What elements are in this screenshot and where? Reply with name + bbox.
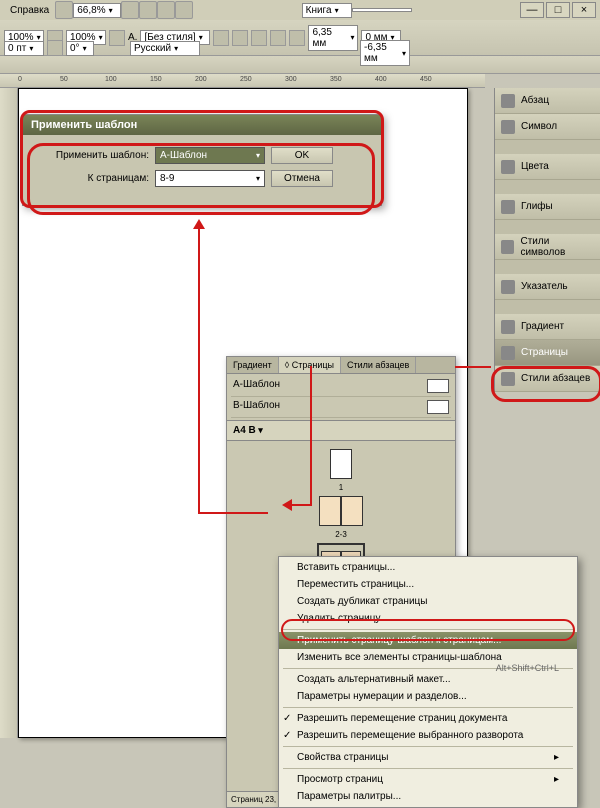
master-a[interactable]: А-Шаблон — [231, 376, 451, 397]
panel-pointer[interactable]: Указатель — [495, 274, 600, 300]
panel-symbol[interactable]: Символ — [495, 114, 600, 140]
glyphs-icon — [501, 200, 515, 214]
align-icon[interactable] — [232, 30, 248, 46]
panel-pages[interactable]: Страницы — [495, 340, 600, 366]
tool-icon[interactable] — [121, 1, 139, 19]
pages-icon — [501, 346, 515, 360]
measure-b[interactable]: -6,35 мм — [360, 40, 410, 66]
align-icon[interactable] — [251, 30, 267, 46]
maximize-button[interactable]: □ — [546, 2, 570, 18]
horizontal-ruler: 0 50 100 150 200 250 300 350 400 450 — [0, 74, 485, 88]
dialog-title: Применить шаблон — [23, 115, 381, 135]
cm-palette-opts[interactable]: Параметры палитры... — [279, 788, 577, 805]
page-thumb[interactable] — [330, 449, 352, 479]
indent-icon[interactable] — [289, 30, 305, 46]
cm-allow-move-spread[interactable]: Разрешить перемещение выбранного разворо… — [279, 727, 577, 744]
gradient-icon — [501, 320, 515, 334]
cm-insert[interactable]: Вставить страницы... — [279, 559, 577, 576]
titlebar: Справка 66,8% Книга — □ × — [0, 0, 600, 20]
panel-para-styles[interactable]: Стили абзацев — [495, 366, 600, 392]
rot-field[interactable]: 0° — [66, 41, 94, 56]
index-icon — [501, 280, 515, 294]
cm-num-sections[interactable]: Параметры нумерации и разделов... — [279, 688, 577, 705]
measure-a[interactable]: 6,35 мм — [308, 25, 358, 51]
right-dock: Абзац Символ Цвета Глифы Стили символов … — [494, 88, 600, 392]
cm-move[interactable]: Переместить страницы... — [279, 576, 577, 593]
search-field[interactable] — [352, 8, 412, 12]
panel-glyphs[interactable]: Глифы — [495, 194, 600, 220]
panel-char-styles[interactable]: Стили символов — [495, 234, 600, 260]
tool-icon[interactable] — [157, 1, 175, 19]
to-pages-label: К страницам: — [33, 173, 149, 184]
paragraph-icon — [501, 94, 515, 108]
tool-icon[interactable] — [175, 1, 193, 19]
template-select[interactable]: А-Шаблон — [155, 147, 265, 164]
page-size[interactable]: A4 В ▾ — [227, 420, 455, 441]
panel-colors[interactable]: Цвета — [495, 154, 600, 180]
cm-alt-layout[interactable]: Создать альтернативный макет... — [279, 671, 577, 688]
cm-change-all[interactable]: Изменить все элементы страницы-шаблонаAl… — [279, 649, 577, 666]
icon[interactable] — [47, 40, 63, 56]
swatches-icon — [501, 160, 515, 174]
menu-help[interactable]: Справка — [4, 3, 55, 18]
cm-page-props[interactable]: Свойства страницы▸ — [279, 749, 577, 766]
lang-select[interactable]: Русский — [130, 41, 200, 56]
tool-icon[interactable] — [139, 1, 157, 19]
cm-view-pages[interactable]: Просмотр страниц▸ — [279, 771, 577, 788]
close-button[interactable]: × — [572, 2, 596, 18]
panel-gradient[interactable]: Градиент — [495, 314, 600, 340]
cm-allow-move-doc[interactable]: Разрешить перемещение страниц документа — [279, 710, 577, 727]
apply-master-dialog: Применить шаблон Применить шаблон: А-Шаб… — [22, 114, 382, 206]
tab-para-styles[interactable]: Стили абзацев — [341, 357, 416, 373]
bridge-icon[interactable] — [55, 1, 73, 19]
doc-name[interactable]: Книга — [302, 3, 352, 18]
cm-duplicate[interactable]: Создать дубликат страницы — [279, 593, 577, 610]
pages-context-menu: Вставить страницы... Переместить страниц… — [278, 556, 578, 808]
masters-section: А-Шаблон В-Шаблон — [227, 374, 455, 420]
character-icon — [501, 120, 515, 134]
vertical-ruler — [0, 88, 18, 738]
cm-apply-master[interactable]: Применить страницу-шаблон к страницам... — [279, 632, 577, 649]
tab-pages[interactable]: ◊ Страницы — [279, 357, 341, 373]
pt-field[interactable]: 0 пт — [4, 41, 44, 56]
master-b[interactable]: В-Шаблон — [231, 397, 451, 418]
workspace: 0 50 100 150 200 250 300 350 400 450 Абз… — [0, 74, 600, 744]
panel-paragraph[interactable]: Абзац — [495, 88, 600, 114]
apply-label: Применить шаблон: — [33, 150, 149, 161]
ok-button[interactable]: OK — [271, 147, 333, 164]
cancel-button[interactable]: Отмена — [271, 170, 333, 187]
para-styles-icon — [501, 372, 515, 386]
control-bar: 100% 100% A. [Без стиля] 6,35 мм 0 мм 0 … — [0, 20, 600, 56]
zoom-main[interactable]: 66,8% — [73, 3, 121, 18]
cm-delete[interactable]: Удалить страницу — [279, 610, 577, 627]
tab-gradient[interactable]: Градиент — [227, 357, 279, 373]
align-icon[interactable] — [270, 30, 286, 46]
minimize-button[interactable]: — — [520, 2, 544, 18]
char-styles-icon — [501, 240, 514, 254]
to-pages-field[interactable]: 8-9 — [155, 170, 265, 187]
align-icon[interactable] — [213, 30, 229, 46]
